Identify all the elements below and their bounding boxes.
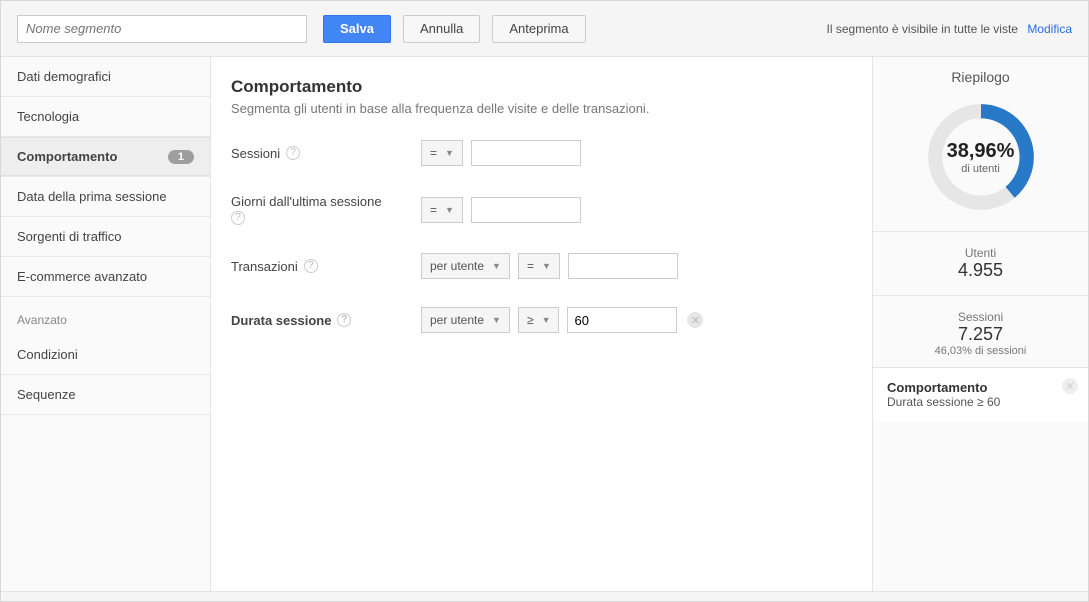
- clear-filter-button[interactable]: ✕: [687, 312, 703, 328]
- users-label: Utenti: [873, 246, 1088, 260]
- users-percent-donut: 38,96% di utenti: [921, 97, 1041, 217]
- caret-down-icon: ▼: [492, 261, 501, 271]
- days-since-label: Giorni dall'ultima sessione: [231, 194, 382, 209]
- sessions-label: Sessioni: [873, 310, 1088, 324]
- transactions-scope-dropdown[interactable]: per utente▼: [421, 253, 510, 279]
- users-value: 4.955: [873, 260, 1088, 281]
- caret-down-icon: ▼: [542, 261, 551, 271]
- caret-down-icon: ▼: [542, 315, 551, 325]
- sidebar-item-first-session-date[interactable]: Data della prima sessione: [1, 177, 210, 217]
- sessions-value: 7.257: [873, 324, 1088, 345]
- filter-count-badge: 1: [168, 150, 194, 164]
- remove-filter-button[interactable]: ✕: [1062, 378, 1078, 394]
- sidebar-item-sequences[interactable]: Sequenze: [1, 375, 210, 415]
- duration-value-input[interactable]: [567, 307, 677, 333]
- sidebar-item-behavior[interactable]: Comportamento 1: [1, 137, 210, 177]
- days-since-value-input[interactable]: [471, 197, 581, 223]
- days-since-operator-dropdown[interactable]: =▼: [421, 197, 463, 223]
- save-button[interactable]: Salva: [323, 15, 391, 43]
- transactions-value-input[interactable]: [568, 253, 678, 279]
- sessions-subline: 46,03% di sessioni: [873, 345, 1088, 357]
- section-title: Comportamento: [231, 77, 852, 97]
- sidebar-item-technology[interactable]: Tecnologia: [1, 97, 210, 137]
- sessions-operator-dropdown[interactable]: =▼: [421, 140, 463, 166]
- filter-card-line: Durata sessione ≥ 60: [887, 395, 1074, 409]
- help-icon[interactable]: ?: [304, 259, 318, 273]
- cancel-button[interactable]: Annulla: [403, 15, 480, 43]
- summary-percent: 38,96%: [947, 140, 1015, 163]
- active-filter-card: ✕ Comportamento Durata sessione ≥ 60: [873, 367, 1088, 421]
- caret-down-icon: ▼: [445, 148, 454, 158]
- sidebar-item-conditions[interactable]: Condizioni: [1, 335, 210, 375]
- summary-title: Riepilogo: [873, 57, 1088, 91]
- summary-percent-label: di utenti: [961, 163, 1000, 175]
- session-duration-label: Durata sessione: [231, 313, 331, 328]
- edit-visibility-link[interactable]: Modifica: [1027, 22, 1072, 36]
- duration-operator-dropdown[interactable]: ≥▼: [518, 307, 560, 333]
- filter-card-title: Comportamento: [887, 380, 1074, 395]
- section-description: Segmenta gli utenti in base alla frequen…: [231, 101, 852, 116]
- caret-down-icon: ▼: [445, 205, 454, 215]
- sidebar-item-enhanced-ecommerce[interactable]: E-commerce avanzato: [1, 257, 210, 297]
- transactions-operator-dropdown[interactable]: =▼: [518, 253, 560, 279]
- advanced-group-header: Avanzato: [1, 297, 210, 335]
- help-icon[interactable]: ?: [337, 313, 351, 327]
- sessions-label: Sessioni: [231, 146, 280, 161]
- sidebar-item-traffic-sources[interactable]: Sorgenti di traffico: [1, 217, 210, 257]
- sidebar-item-demographics[interactable]: Dati demografici: [1, 57, 210, 97]
- help-icon[interactable]: ?: [286, 146, 300, 160]
- sessions-value-input[interactable]: [471, 140, 581, 166]
- help-icon[interactable]: ?: [231, 211, 245, 225]
- visibility-note: Il segmento è visibile in tutte le viste…: [827, 22, 1072, 36]
- caret-down-icon: ▼: [492, 315, 501, 325]
- segment-name-input[interactable]: [17, 15, 307, 43]
- duration-scope-dropdown[interactable]: per utente▼: [421, 307, 510, 333]
- preview-button[interactable]: Anteprima: [492, 15, 585, 43]
- transactions-label: Transazioni: [231, 259, 298, 274]
